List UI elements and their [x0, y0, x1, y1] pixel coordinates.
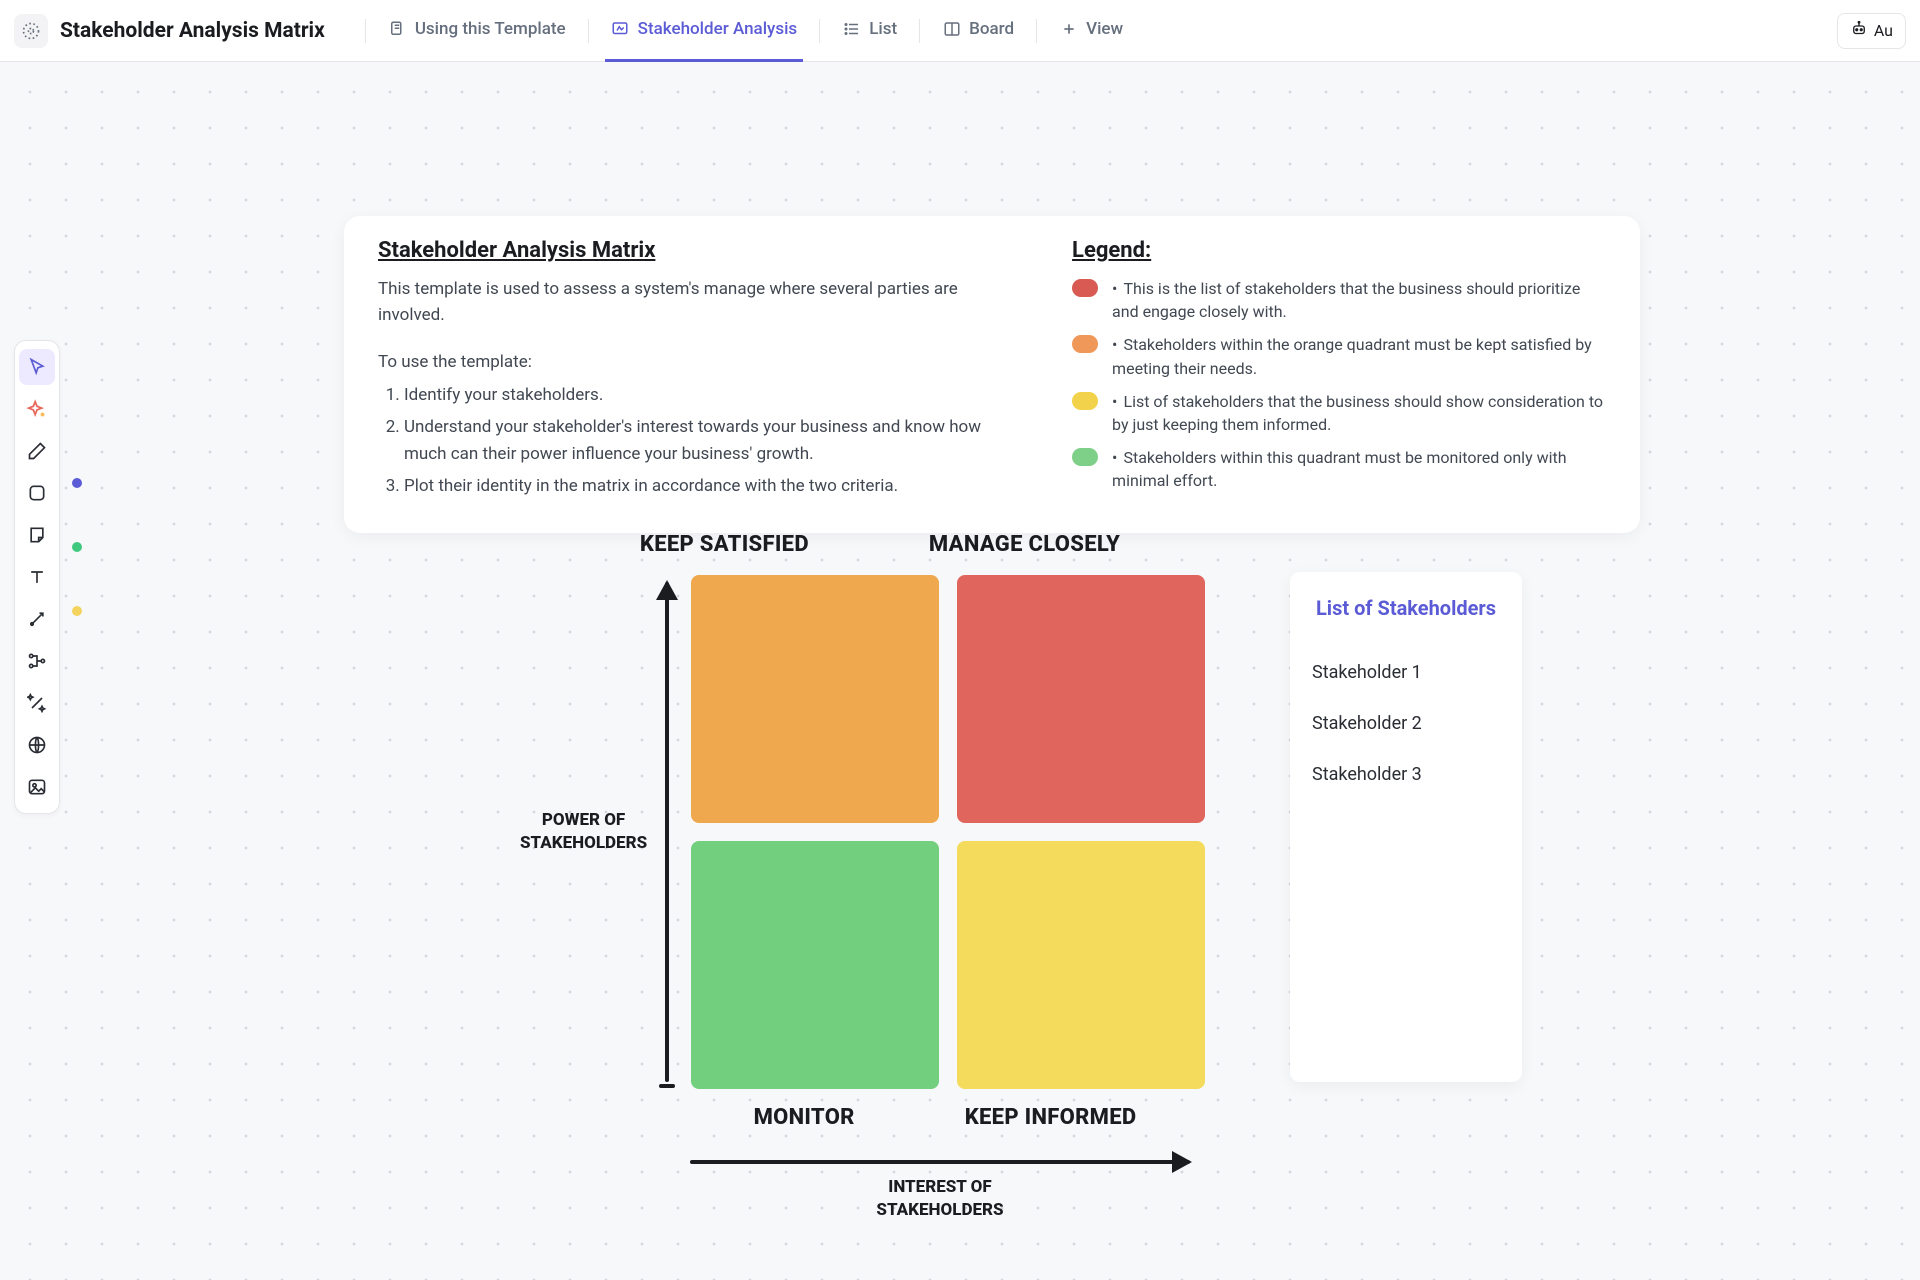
doc-icon[interactable] [14, 14, 48, 48]
legend-swatch-yellow [1072, 392, 1098, 410]
tool-select[interactable] [19, 349, 55, 385]
tab-stakeholder-analysis[interactable]: Stakeholder Analysis [605, 0, 804, 62]
tool-pen[interactable] [19, 433, 55, 469]
stakeholder-item[interactable]: Stakeholder 1 [1312, 662, 1500, 683]
tool-magic[interactable] [19, 685, 55, 721]
plus-icon [1059, 20, 1078, 39]
tool-mindmap[interactable] [19, 643, 55, 679]
tool-ai-generate[interactable] [19, 391, 55, 427]
quad-labels-bottom: MONITOR KEEP INFORMED [520, 1105, 1240, 1130]
arrow-up-icon [665, 582, 669, 1082]
quad-labels-top: KEEP SATISFIED MANAGE CLOSELY [520, 532, 1240, 557]
tab-label: View [1086, 19, 1123, 39]
quad-label-monitor: MONITOR [754, 1105, 855, 1130]
legend-text: •Stakeholders within the orange quadrant… [1112, 333, 1606, 379]
legend-swatch-green [1072, 448, 1098, 466]
info-step: Understand your stakeholder's interest t… [404, 414, 992, 467]
divider [588, 19, 589, 43]
info-left: Stakeholder Analysis Matrix This templat… [378, 238, 992, 505]
tab-label: Board [969, 19, 1014, 39]
info-desc: This template is used to assess a system… [378, 277, 992, 328]
legend-title: Legend: [1072, 238, 1606, 263]
legend-row: •Stakeholders within this quadrant must … [1072, 446, 1606, 492]
info-step: Plot their identity in the matrix in acc… [404, 473, 992, 499]
tool-connector[interactable] [19, 601, 55, 637]
legend-row: •Stakeholders within the orange quadrant… [1072, 333, 1606, 379]
quad-grid [691, 575, 1205, 1089]
tool-image[interactable] [19, 769, 55, 805]
tool-web-embed[interactable] [19, 727, 55, 763]
list-icon [842, 20, 861, 39]
ai-button[interactable]: Au [1837, 13, 1906, 49]
y-axis: POWER OF STAKEHOLDERS [520, 582, 669, 1082]
stakeholder-list-title: List of Stakeholders [1312, 594, 1500, 622]
info-sub: To use the template: [378, 352, 992, 372]
quad-label-keep-informed: KEEP INFORMED [965, 1105, 1137, 1130]
board-icon [942, 20, 961, 39]
quad-label-keep-satisfied: KEEP SATISFIED [640, 532, 809, 557]
legend-text: •This is the list of stakeholders that t… [1112, 277, 1606, 323]
y-axis-label: POWER OF STAKEHOLDERS [520, 809, 647, 855]
robot-icon [1850, 20, 1868, 42]
ai-label: Au [1874, 21, 1893, 40]
whiteboard-canvas[interactable]: Stakeholder Analysis Matrix This templat… [0, 62, 1920, 1280]
legend: Legend: •This is the list of stakeholder… [1072, 238, 1606, 505]
tab-list[interactable]: List [836, 0, 903, 62]
divider [819, 19, 820, 43]
info-steps: Identify your stakeholders. Understand y… [378, 382, 992, 499]
legend-row: •List of stakeholders that the business … [1072, 390, 1606, 436]
divider [919, 19, 920, 43]
tab-label: List [869, 19, 897, 39]
quad-label-manage-closely: MANAGE CLOSELY [929, 532, 1120, 557]
info-title: Stakeholder Analysis Matrix [378, 238, 992, 263]
stakeholder-item[interactable]: Stakeholder 3 [1312, 764, 1500, 785]
tool-shape[interactable] [19, 475, 55, 511]
color-dot [72, 542, 82, 552]
tab-using-template[interactable]: Using this Template [382, 0, 572, 62]
legend-swatch-orange [1072, 335, 1098, 353]
legend-text: •List of stakeholders that the business … [1112, 390, 1606, 436]
stakeholder-item[interactable]: Stakeholder 2 [1312, 713, 1500, 734]
quad-monitor[interactable] [691, 841, 939, 1089]
legend-row: •This is the list of stakeholders that t… [1072, 277, 1606, 323]
quad-keep-informed[interactable] [957, 841, 1205, 1089]
legend-text: •Stakeholders within this quadrant must … [1112, 446, 1606, 492]
color-dot [72, 606, 82, 616]
matrix[interactable]: KEEP SATISFIED MANAGE CLOSELY POWER OF S… [520, 532, 1240, 1220]
quad-manage-closely[interactable] [957, 575, 1205, 823]
page-title[interactable]: Stakeholder Analysis Matrix [60, 19, 325, 43]
tab-label: Stakeholder Analysis [638, 19, 798, 39]
left-toolbar [14, 340, 60, 814]
legend-swatch-red [1072, 279, 1098, 297]
info-card[interactable]: Stakeholder Analysis Matrix This templat… [344, 216, 1640, 533]
info-step: Identify your stakeholders. [404, 382, 992, 408]
topbar: Stakeholder Analysis Matrix Using this T… [0, 0, 1920, 62]
tool-sticky-note[interactable] [19, 517, 55, 553]
whiteboard-icon [611, 20, 630, 39]
x-axis: INTEREST OF STAKEHOLDERS [640, 1160, 1240, 1220]
arrow-right-icon [690, 1160, 1190, 1164]
quad-keep-satisfied[interactable] [691, 575, 939, 823]
divider [1036, 19, 1037, 43]
tool-text[interactable] [19, 559, 55, 595]
stakeholder-list-card[interactable]: List of Stakeholders Stakeholder 1 Stake… [1290, 572, 1522, 1082]
toolbar-color-indicators [72, 478, 82, 616]
x-axis-label: INTEREST OF STAKEHOLDERS [876, 1176, 1003, 1222]
divider [365, 19, 366, 43]
template-icon [388, 20, 407, 39]
tab-add-view[interactable]: View [1053, 0, 1129, 62]
tab-board[interactable]: Board [936, 0, 1020, 62]
color-dot [72, 478, 82, 488]
tab-label: Using this Template [415, 19, 566, 39]
